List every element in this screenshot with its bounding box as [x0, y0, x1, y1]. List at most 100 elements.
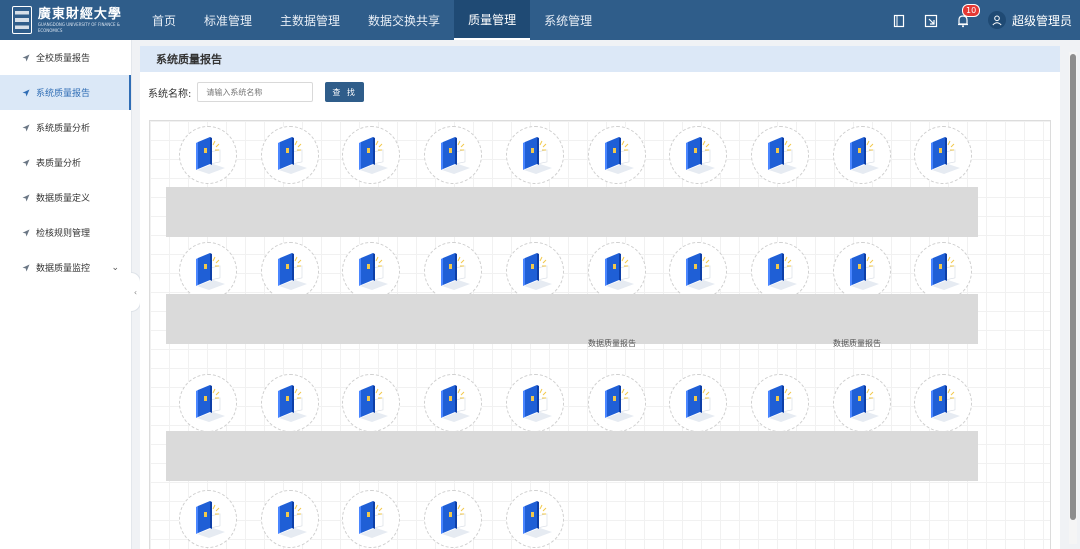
report-tile[interactable] — [750, 242, 809, 300]
report-document-icon — [931, 253, 961, 290]
page-scrollbar[interactable] — [1069, 52, 1077, 544]
report-document-icon — [196, 385, 225, 422]
external-link-icon[interactable] — [924, 13, 938, 28]
bell-icon[interactable]: 10 — [956, 4, 981, 28]
report-tile[interactable] — [832, 374, 891, 432]
report-tile[interactable] — [424, 126, 483, 184]
sidebar-item-6[interactable]: 数据质量监控 ⌄ — [0, 250, 131, 285]
report-tile[interactable] — [260, 490, 319, 548]
nav-item-4[interactable]: 质量管理 — [454, 0, 531, 40]
report-tile[interactable] — [424, 374, 483, 432]
sidebar-item-3[interactable]: 表质量分析 — [0, 145, 131, 180]
tile-caption: 数据质量报告 — [833, 339, 881, 348]
report-tile[interactable] — [342, 490, 401, 548]
nav-item-1[interactable]: 标准管理 — [190, 0, 266, 40]
panel-title: 系统质量报告 — [140, 46, 1060, 72]
report-document-icon — [849, 385, 879, 422]
report-tile[interactable] — [179, 374, 237, 432]
report-tile[interactable] — [914, 242, 973, 300]
report-tile[interactable] — [505, 242, 564, 300]
report-document-icon — [931, 385, 961, 422]
nav-item-5[interactable]: 系统管理 — [530, 0, 606, 40]
send-icon — [22, 264, 30, 271]
report-document-icon — [767, 385, 797, 422]
report-tile[interactable] — [424, 490, 483, 548]
sidebar-item-5[interactable]: 检核规则管理 — [0, 215, 131, 250]
report-tile[interactable] — [260, 126, 319, 184]
main-nav: 首页 标准管理 主数据管理 数据交换共享 质量管理 系统管理 — [138, 0, 606, 40]
report-tile[interactable] — [342, 126, 401, 184]
scrollbar-thumb[interactable] — [1070, 54, 1076, 520]
notification-badge: 10 — [961, 4, 981, 17]
report-document-icon — [604, 385, 634, 422]
report-tile[interactable] — [179, 490, 237, 548]
user-avatar-icon[interactable] — [987, 11, 1006, 29]
report-tile[interactable] — [505, 126, 564, 184]
report-document-icon — [522, 137, 552, 174]
report-tile[interactable] — [505, 374, 564, 432]
nav-item-3[interactable]: 数据交换共享 — [354, 0, 454, 40]
top-header: 廣東財經大學 GUANGDONG UNIVERSITY OF FINANCE &… — [0, 0, 1080, 40]
report-tile[interactable] — [832, 126, 891, 184]
report-tile[interactable] — [669, 126, 728, 184]
report-tile[interactable] — [179, 242, 237, 300]
system-name-input[interactable] — [197, 82, 314, 102]
report-document-icon — [359, 253, 389, 290]
sidebar-menu: 全校质量报告 系统质量报告 系统质量分析 表质量分析 数据质量定义 检核规则管理 数据质量监… — [0, 40, 132, 549]
report-tile[interactable] — [587, 126, 646, 184]
report-document-icon — [522, 501, 552, 538]
username[interactable]: 超级管理员 — [1012, 12, 1072, 29]
report-tile[interactable] — [342, 374, 401, 432]
report-tile[interactable] — [505, 490, 564, 548]
report-tile[interactable] — [260, 374, 319, 432]
sidebar-item-0[interactable]: 全校质量报告 — [0, 40, 131, 75]
sidebar-item-label: 数据质量监控 — [36, 264, 91, 274]
report-document-icon — [359, 137, 389, 174]
report-tile[interactable] — [260, 242, 319, 300]
report-document-icon — [196, 137, 225, 174]
emblem-icon — [12, 6, 32, 34]
university-logo[interactable]: 廣東財經大學 GUANGDONG UNIVERSITY OF FINANCE &… — [0, 0, 134, 40]
report-tile[interactable] — [587, 242, 646, 300]
send-icon — [22, 54, 30, 61]
report-document-icon — [277, 253, 307, 290]
search-row: 系统名称: 查 找 — [148, 82, 364, 102]
report-tile[interactable] — [750, 126, 809, 184]
report-tile[interactable] — [669, 374, 728, 432]
report-document-icon — [849, 253, 879, 290]
report-document-icon — [686, 385, 716, 422]
report-tile[interactable] — [750, 374, 809, 432]
chevron-left-icon: ‹ — [133, 287, 138, 297]
report-document-icon — [686, 137, 716, 174]
sidebar-item-1[interactable]: 系统质量报告 — [0, 75, 131, 110]
nav-item-0[interactable]: 首页 — [138, 0, 190, 40]
send-icon — [22, 89, 30, 96]
report-document-icon — [277, 501, 307, 538]
sidebar-item-4[interactable]: 数据质量定义 — [0, 180, 131, 215]
report-tile[interactable] — [669, 242, 728, 300]
search-button[interactable]: 查 找 — [325, 82, 364, 102]
nav-item-2[interactable]: 主数据管理 — [266, 0, 354, 40]
report-document-icon — [277, 385, 307, 422]
report-document-icon — [522, 385, 552, 422]
chevron-down-icon[interactable]: ⌄ — [111, 263, 119, 273]
book-icon[interactable] — [892, 13, 906, 28]
send-icon — [22, 124, 30, 131]
report-document-icon — [359, 501, 389, 538]
report-document-icon — [604, 253, 634, 290]
report-tile[interactable] — [914, 374, 973, 432]
report-tile[interactable] — [424, 242, 483, 300]
sidebar-item-label: 检核规则管理 — [36, 229, 91, 239]
report-document-icon — [522, 253, 552, 290]
report-document-icon — [931, 137, 961, 174]
report-tile[interactable] — [587, 374, 646, 432]
report-tile[interactable] — [179, 126, 237, 184]
report-document-icon — [767, 137, 797, 174]
sidebar-item-label: 系统质量分析 — [36, 124, 91, 134]
sidebar-item-2[interactable]: 系统质量分析 — [0, 110, 131, 145]
report-tile[interactable] — [832, 242, 891, 300]
report-tile[interactable] — [342, 242, 401, 300]
report-document-icon — [196, 253, 225, 290]
report-tile[interactable] — [914, 126, 973, 184]
send-icon — [22, 194, 30, 201]
